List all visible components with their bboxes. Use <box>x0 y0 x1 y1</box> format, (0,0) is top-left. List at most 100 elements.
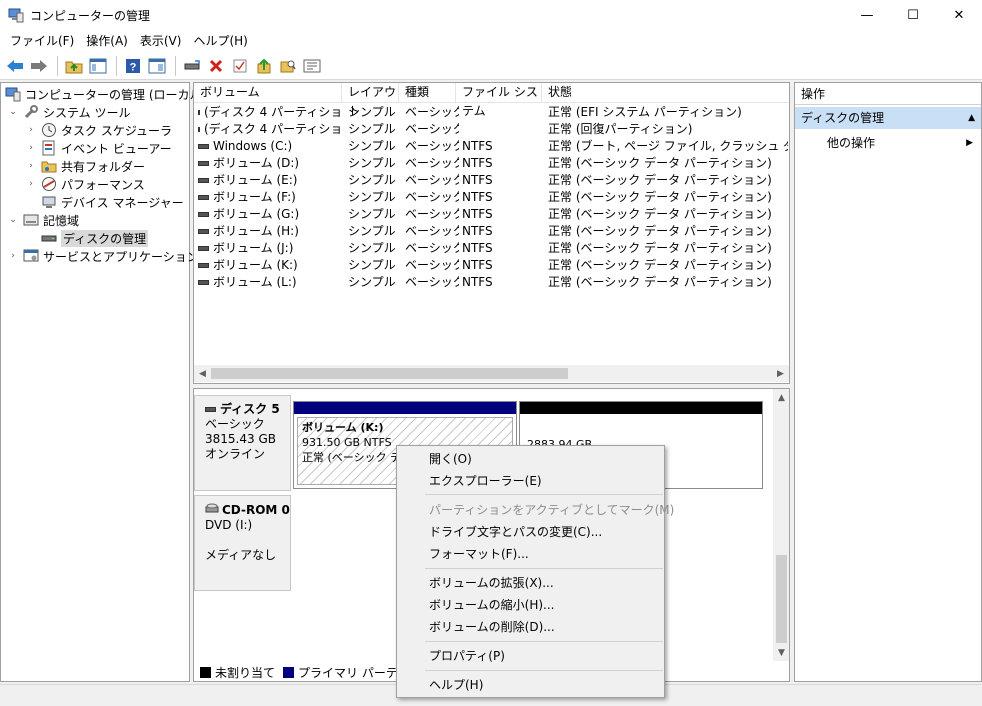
drive-icon <box>198 229 209 234</box>
delete-icon[interactable] <box>205 55 227 77</box>
scrollbar-thumb[interactable] <box>776 555 787 643</box>
tree-item-services[interactable]: › サービスとアプリケーション <box>7 247 199 265</box>
menu-view[interactable]: 表示(V) <box>134 30 188 52</box>
menu-item-help[interactable]: ヘルプ(H) <box>429 675 483 695</box>
disk-5-label[interactable]: ディスク 5 ベーシック 3815.43 GB オンライン <box>194 395 291 491</box>
chevron-right-icon[interactable]: › <box>25 125 37 135</box>
table-row[interactable]: ボリューム (H:) シンプル ベーシック NTFS 正常 (ベーシック データ パーテ… <box>194 223 789 240</box>
table-row[interactable]: (ディスク 4 パーティション 1) シンプルベーシック 正常 (EFI システム … <box>194 104 789 121</box>
table-row[interactable]: ボリューム (G:) シンプル ベーシック NTFS 正常 (ベーシック データ パーテ… <box>194 206 789 223</box>
table-row[interactable]: (ディスク 4 パーティション 4) シンプルベーシック 正常 (回復パーティション… <box>194 121 789 138</box>
filesystem-cell: NTFS <box>462 139 493 153</box>
actions-more[interactable]: 他の操作 ▶ <box>827 133 977 153</box>
drive-icon <box>198 144 209 149</box>
status-cell: 正常 (ベーシック データ パーティション) <box>548 156 772 170</box>
menu-action[interactable]: 操作(A) <box>80 30 134 52</box>
chevron-right-icon[interactable]: › <box>25 143 37 153</box>
scroll-left-icon[interactable]: ◀ <box>194 365 211 382</box>
chevron-right-icon: ▶ <box>966 138 973 148</box>
menu-item-delete-volume[interactable]: ボリュームの削除(D)... <box>429 617 555 637</box>
scroll-up-icon[interactable]: ▲ <box>773 389 789 406</box>
column-header-layout[interactable]: レイアウト <box>342 83 399 118</box>
chevron-down-icon[interactable]: ⌄ <box>7 215 19 225</box>
chevron-right-icon[interactable]: › <box>25 161 37 171</box>
column-header-filesystem[interactable]: ファイル システム <box>456 83 542 118</box>
vertical-scrollbar[interactable]: ▲ ▼ <box>773 389 789 661</box>
type-cell: ベーシック <box>405 105 459 119</box>
scroll-right-icon[interactable]: ▶ <box>772 365 789 382</box>
layout-cell: シンプル <box>348 275 396 289</box>
tree-item-device-manager[interactable]: デバイス マネージャー <box>41 193 184 211</box>
primary-partition-bar <box>294 402 516 414</box>
status-cell: 正常 (ベーシック データ パーティション) <box>548 224 772 238</box>
table-row[interactable]: ボリューム (D:) シンプル ベーシック NTFS 正常 (ベーシック データ パーテ… <box>194 155 789 172</box>
computer-management-icon <box>8 7 24 23</box>
status-cell: 正常 (ベーシック データ パーティション) <box>548 258 772 272</box>
up-folder-icon[interactable] <box>63 55 85 77</box>
column-header-type[interactable]: 種類 <box>399 83 456 103</box>
menu-separator <box>425 641 663 642</box>
table-row[interactable]: ボリューム (L:) シンプル ベーシック NTFS 正常 (ベーシック データ パーテ… <box>194 274 789 291</box>
shared-folder-icon <box>41 158 57 174</box>
layout-cell: シンプル <box>348 156 396 170</box>
tree-item-shared-folders[interactable]: › 共有フォルダー <box>25 157 145 175</box>
menu-item-change-drive-letter[interactable]: ドライブ文字とパスの変更(C)... <box>429 522 602 542</box>
status-cell: 正常 (ベーシック データ パーティション) <box>548 190 772 204</box>
table-row[interactable]: ボリューム (K:) シンプル ベーシック NTFS 正常 (ベーシック データ パーテ… <box>194 257 789 274</box>
up-arrow-folder-icon[interactable] <box>253 55 275 77</box>
menu-item-open[interactable]: 開く(O) <box>429 449 472 469</box>
connect-drive-icon[interactable] <box>181 55 203 77</box>
search-folder-icon[interactable] <box>277 55 299 77</box>
tree-item-performance[interactable]: › パフォーマンス <box>25 175 145 193</box>
minimize-button[interactable]: — <box>844 0 890 30</box>
back-arrow-icon[interactable] <box>4 55 26 77</box>
tree-item-root[interactable]: コンピューターの管理 (ローカル) <box>5 85 206 103</box>
chevron-right-icon[interactable]: › <box>7 251 19 261</box>
collapse-up-icon[interactable]: ▲ <box>968 107 975 129</box>
tree-item-task-scheduler[interactable]: › タスク スケジューラ <box>25 121 172 139</box>
layout-cell: シンプル <box>348 122 396 136</box>
volume-name: ボリューム (G:) <box>213 207 300 221</box>
column-header-volume[interactable]: ボリューム <box>194 83 342 103</box>
chevron-right-icon[interactable]: › <box>25 179 37 189</box>
table-row[interactable]: ボリューム (E:) シンプル ベーシック NTFS 正常 (ベーシック データ パーテ… <box>194 172 789 189</box>
menu-item-properties[interactable]: プロパティ(P) <box>429 646 505 666</box>
menu-item-explorer[interactable]: エクスプローラー(E) <box>429 471 542 491</box>
cdrom-0-label[interactable]: CD-ROM 0 DVD (I:) メディアなし <box>194 495 291 591</box>
show-hide-tree-icon[interactable] <box>87 55 109 77</box>
tree-item-system-tools[interactable]: ⌄ システム ツール <box>7 103 130 121</box>
legend-unallocated-swatch <box>200 667 211 678</box>
actions-pane: 操作 ディスクの管理 ▲ 他の操作 ▶ <box>794 82 982 682</box>
menu-separator <box>425 568 663 569</box>
table-row[interactable]: ボリューム (F:) シンプル ベーシック NTFS 正常 (ベーシック データ パーテ… <box>194 189 789 206</box>
filesystem-cell: NTFS <box>462 173 493 187</box>
tree-item-storage[interactable]: ⌄ 記憶域 <box>7 211 79 229</box>
section-label: ディスクの管理 <box>801 111 885 125</box>
menu-help[interactable]: ヘルプ(H) <box>187 30 253 52</box>
actions-section-disk-management[interactable]: ディスクの管理 ▲ <box>795 107 981 129</box>
tree-item-disk-management[interactable]: ディスクの管理 <box>41 229 149 247</box>
maximize-button[interactable]: ☐ <box>890 0 936 30</box>
properties-pane-icon[interactable] <box>146 55 168 77</box>
help-icon[interactable]: ? <box>122 55 144 77</box>
table-row[interactable]: ボリューム (J:) シンプル ベーシック NTFS 正常 (ベーシック データ パーテ… <box>194 240 789 257</box>
table-row[interactable]: Windows (C:) シンプル ベーシック NTFS 正常 (ブート, ページ ファ… <box>194 138 789 155</box>
scroll-down-icon[interactable]: ▼ <box>773 644 789 661</box>
tree-item-event-viewer[interactable]: › イベント ビューアー <box>25 139 172 157</box>
check-icon[interactable] <box>229 55 251 77</box>
scrollbar-thumb[interactable] <box>211 368 568 379</box>
filesystem-cell: NTFS <box>462 258 493 272</box>
type-cell: ベーシック <box>405 156 459 170</box>
close-button[interactable]: ✕ <box>936 0 982 30</box>
menu-item-format[interactable]: フォーマット(F)... <box>429 544 529 564</box>
column-header-status[interactable]: 状態 <box>542 83 789 103</box>
forward-arrow-icon[interactable] <box>28 55 50 77</box>
settings-list-icon[interactable] <box>301 55 323 77</box>
menu-item-shrink-volume[interactable]: ボリュームの縮小(H)... <box>429 595 554 615</box>
chevron-down-icon[interactable]: ⌄ <box>7 107 19 117</box>
drive-icon <box>198 263 209 268</box>
horizontal-scrollbar[interactable]: ◀ ▶ <box>194 365 789 382</box>
volume-name: ボリューム (E:) <box>213 173 298 187</box>
menu-file[interactable]: ファイル(F) <box>4 30 80 52</box>
menu-item-extend-volume[interactable]: ボリュームの拡張(X)... <box>429 573 554 593</box>
